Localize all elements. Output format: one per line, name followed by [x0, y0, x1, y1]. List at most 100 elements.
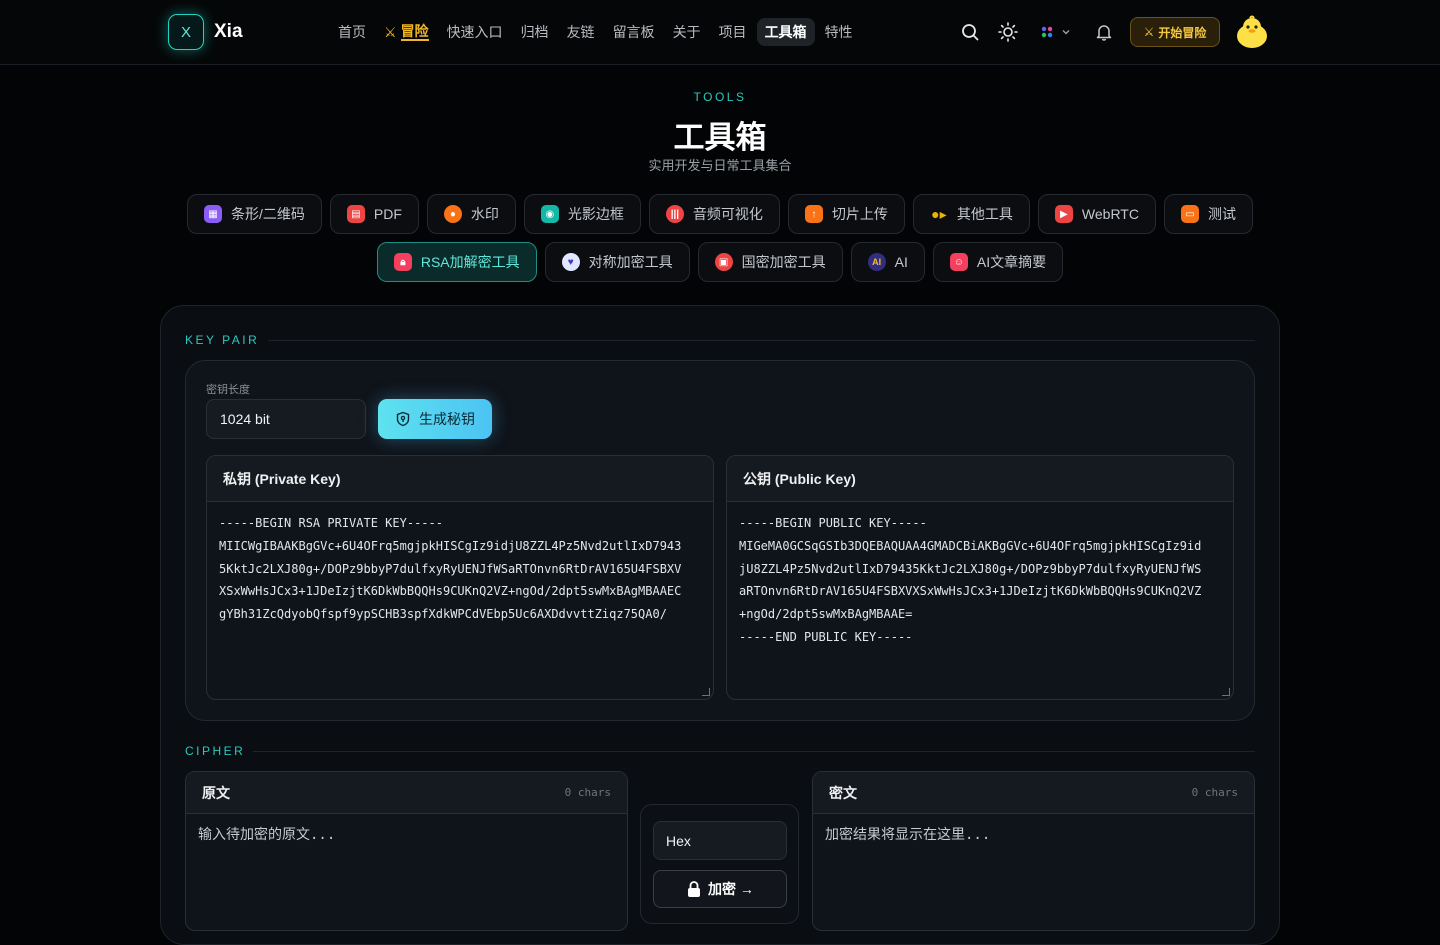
tool-tab-label: WebRTC	[1081, 206, 1139, 222]
resize-handle[interactable]	[1222, 688, 1230, 696]
private-key-textarea[interactable]: -----BEGIN RSA PRIVATE KEY----- MIICWgIB…	[207, 502, 713, 699]
audio-icon: |||	[665, 205, 684, 223]
tool-tab-label: 测试	[1207, 206, 1236, 222]
ai-icon: AI	[867, 253, 886, 271]
palette-icon	[1041, 26, 1053, 38]
main-nav: 首页 ⚔ 冒险 快速入口 归档 友链 留言板 关于 项目 工具箱 特性	[330, 18, 861, 46]
ciphertext-char-count: 0 chars	[1191, 786, 1238, 799]
chevron-down-icon	[1062, 30, 1070, 35]
nav-item-toolbox[interactable]: 工具箱	[756, 18, 815, 46]
logo-mark: X	[168, 14, 204, 50]
video-icon: ▶	[1054, 205, 1073, 223]
private-key-title: 私钥 (Private Key)	[207, 456, 713, 502]
generate-keys-button[interactable]: 生成秘钥	[378, 399, 492, 439]
public-key-title: 公钥 (Public Key)	[727, 456, 1233, 502]
nav-item-archive[interactable]: 归档	[513, 18, 557, 46]
key-length-select[interactable]: 1024 bit	[206, 399, 366, 439]
site-name: Xia	[214, 21, 243, 42]
generate-keys-label: 生成秘钥	[419, 411, 475, 427]
tool-tabs-row-1: ▦ 条形/二维码 ▤ PDF ● 水印 ◉ 光影边框 ||| 音频可视化 ↑ 切片上传 ●▸…	[0, 194, 1440, 234]
ciphertext-output[interactable]: 加密结果将显示在这里...	[813, 814, 1254, 854]
tool-tab-audio-visualizer[interactable]: ||| 音频可视化	[648, 194, 780, 234]
theme-palette-dropdown[interactable]	[1036, 20, 1076, 44]
tool-tab-label: 切片上传	[831, 206, 888, 222]
public-key-panel: 公钥 (Public Key) -----BEGIN PUBLIC KEY---…	[726, 455, 1234, 700]
tool-tab-ai[interactable]: AI AI	[850, 242, 925, 282]
nav-item-quick-entry[interactable]: 快速入口	[439, 18, 511, 46]
tool-tab-label: 条形/二维码	[231, 206, 305, 222]
lock-icon: ▣	[714, 253, 733, 271]
ciphertext-title: 密文	[829, 784, 857, 801]
tool-tab-pdf[interactable]: ▤ PDF	[329, 194, 419, 234]
upload-icon: ↑	[804, 205, 823, 223]
pdf-icon: ▤	[346, 205, 365, 223]
nav-item-about[interactable]: 关于	[665, 18, 709, 46]
key-icon: ●▸	[931, 205, 947, 222]
search-icon[interactable]	[958, 20, 982, 44]
site-logo[interactable]: X Xia	[168, 14, 243, 50]
top-navbar: X Xia 首页 ⚔ 冒险 快速入口 归档 友链 留言板 关于 项目 工具箱 特…	[0, 0, 1440, 65]
nav-item-friends[interactable]: 友链	[559, 18, 603, 46]
tool-tab-ai-summary[interactable]: ☺ AI文章摘要	[932, 242, 1064, 282]
lock-icon	[688, 881, 701, 897]
nav-item-features[interactable]: 特性	[817, 18, 861, 46]
tool-tab-rsa[interactable]: 🔒︎ RSA加解密工具	[376, 242, 537, 282]
shield-key-icon	[396, 411, 410, 427]
nav-item-projects[interactable]: 项目	[711, 18, 755, 46]
tool-tabs-row-2: 🔒︎ RSA加解密工具 ♥ 对称加密工具 ▣ 国密加密工具 AI AI ☺ AI文章摘要	[0, 242, 1440, 282]
cipher-section-label: CIPHER	[185, 744, 246, 758]
bell-icon[interactable]	[1092, 20, 1116, 44]
lock-icon: 🔒︎	[393, 253, 412, 271]
avatar[interactable]	[1234, 14, 1270, 50]
tool-tab-symmetric[interactable]: ♥ 对称加密工具	[544, 242, 690, 282]
page-subtitle: 实用开发与日常工具集合	[648, 158, 792, 173]
tool-tab-label: PDF	[373, 206, 402, 222]
nav-item-adventure[interactable]: ⚔ 冒险	[376, 18, 437, 46]
plaintext-title: 原文	[202, 784, 230, 801]
swords-icon: ⚔	[384, 23, 397, 40]
nav-item-home[interactable]: 首页	[330, 18, 374, 46]
tool-tab-chunk-upload[interactable]: ↑ 切片上传	[787, 194, 905, 234]
presentation-icon: ▭	[1180, 205, 1199, 223]
resize-handle[interactable]	[702, 688, 710, 696]
plaintext-header: 原文 0 chars	[186, 772, 627, 814]
tool-tab-label: 国密加密工具	[741, 254, 826, 270]
tool-tab-test[interactable]: ▭ 测试	[1163, 194, 1253, 234]
tool-tab-label: 音频可视化	[692, 206, 763, 222]
public-key-textarea[interactable]: -----BEGIN PUBLIC KEY----- MIGeMA0GCSqGS…	[727, 502, 1233, 699]
page-title: 工具箱	[673, 120, 767, 155]
tool-tab-label: 光影边框	[567, 206, 624, 222]
tool-tab-webrtc[interactable]: ▶ WebRTC	[1037, 194, 1156, 234]
camera-icon: ◉	[540, 205, 559, 223]
tool-tab-light-border[interactable]: ◉ 光影边框	[523, 194, 641, 234]
watermark-icon: ●	[443, 205, 462, 223]
nav-item-adventure-label: 冒险	[400, 23, 429, 41]
tool-tab-label: RSA加解密工具	[420, 254, 520, 270]
encrypt-label: 加密 →	[708, 881, 754, 897]
plaintext-input[interactable]: 输入待加密的原文...	[186, 814, 627, 854]
tool-tab-label: 其他工具	[956, 206, 1013, 222]
ciphertext-header: 密文 0 chars	[813, 772, 1254, 814]
start-adventure-button[interactable]: ⚔ 开始冒险	[1130, 17, 1220, 47]
key-length-label: 密钥长度	[206, 384, 250, 396]
output-format-select[interactable]: Hex	[653, 821, 787, 860]
tool-tab-watermark[interactable]: ● 水印	[426, 194, 516, 234]
sun-icon[interactable]	[996, 20, 1020, 44]
section-eyebrow: TOOLS	[693, 90, 747, 104]
nav-item-guestbook[interactable]: 留言板	[605, 18, 663, 46]
tool-tab-label: AI	[894, 254, 908, 270]
section-divider	[268, 340, 1255, 341]
swords-icon: ⚔	[1143, 25, 1155, 39]
start-adventure-label: 开始冒险	[1158, 25, 1207, 40]
tool-tab-qrcode[interactable]: ▦ 条形/二维码	[187, 194, 322, 234]
tool-tab-label: 水印	[470, 206, 499, 222]
private-key-panel: 私钥 (Private Key) -----BEGIN RSA PRIVATE …	[206, 455, 714, 700]
tool-tab-label: AI文章摘要	[976, 254, 1047, 270]
tool-tab-other-tools[interactable]: ●▸ 其他工具	[912, 194, 1030, 234]
ciphertext-panel: 密文 0 chars 加密结果将显示在这里...	[812, 771, 1255, 931]
shield-icon: ♥	[561, 253, 580, 271]
encrypt-button[interactable]: 加密 →	[653, 870, 787, 908]
plaintext-panel: 原文 0 chars 输入待加密的原文...	[185, 771, 628, 931]
plaintext-char-count: 0 chars	[564, 786, 611, 799]
tool-tab-sm-crypto[interactable]: ▣ 国密加密工具	[697, 242, 843, 282]
